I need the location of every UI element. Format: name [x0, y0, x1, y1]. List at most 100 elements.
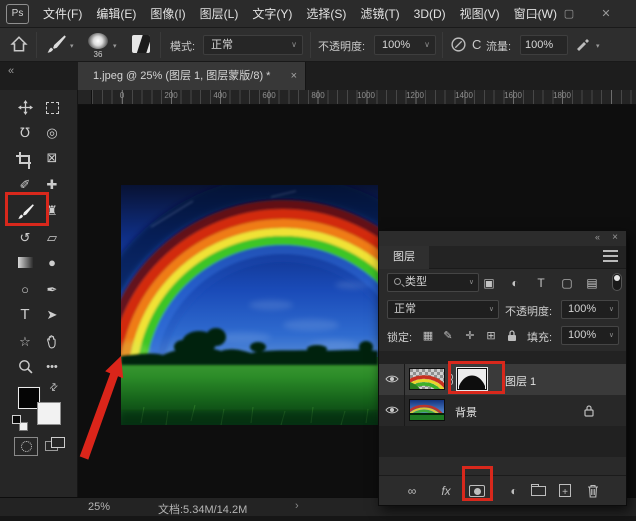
layers-panel-tab[interactable]: 图层 — [379, 246, 429, 269]
path-selection-tool[interactable]: ➤ — [40, 303, 64, 327]
menu-file[interactable]: 文件(F) — [43, 0, 82, 28]
frame-tool[interactable]: ⊠ — [40, 146, 64, 170]
lock-all-icon[interactable] — [503, 329, 521, 348]
lock-image-pixels-icon[interactable]: ✎ — [439, 327, 457, 345]
brush-tip-preview[interactable] — [88, 33, 108, 49]
filter-type-layers-icon[interactable]: T — [531, 274, 551, 292]
status-chevron-icon[interactable]: › — [295, 500, 299, 512]
lock-artboard-icon[interactable]: ⊞ — [482, 327, 500, 345]
gradient-tool[interactable] — [13, 251, 37, 275]
link-layers-button[interactable]: ∞ — [401, 482, 423, 500]
menu-3d[interactable]: 3D(D) — [414, 0, 446, 28]
layer-blend-mode-select[interactable]: 正常 ∨ — [387, 300, 499, 319]
menu-layer[interactable]: 图层(L) — [200, 0, 239, 28]
flow-value: 100% — [525, 39, 554, 51]
background-layer-name[interactable]: 背景 — [455, 404, 477, 420]
menu-edit[interactable]: 编辑(E) — [96, 0, 136, 28]
tab-close-icon[interactable]: × — [291, 62, 297, 90]
airbrush-icon[interactable] — [574, 36, 590, 55]
layer1-thumbnail[interactable] — [394, 368, 454, 435]
hand-tool[interactable] — [40, 330, 64, 354]
layer1-name[interactable]: 图层 1 — [505, 373, 536, 389]
blend-mode-select[interactable]: 正常 ∨ — [203, 35, 303, 55]
menu-view[interactable]: 视图(V) — [460, 0, 500, 28]
delete-layer-button[interactable] — [582, 482, 604, 500]
layer-style-button[interactable]: fx — [435, 482, 457, 500]
layer-visibility-toggle[interactable] — [379, 364, 405, 395]
collapse-panel-icon[interactable]: « — [595, 232, 600, 242]
quick-mask-mode-icon[interactable] — [14, 437, 38, 456]
pressure-opacity-icon[interactable] — [450, 36, 467, 56]
close-panel-icon[interactable]: × — [612, 232, 618, 243]
fill-select[interactable]: 100% ∨ — [561, 326, 619, 345]
status-zoom-level[interactable]: 25% — [88, 501, 110, 513]
hruler-label: 1400 — [455, 91, 473, 100]
blur-tool[interactable]: ● — [40, 251, 64, 275]
filter-adjustment-layers-icon[interactable]: ◐ — [505, 274, 525, 292]
shape-tool[interactable]: ☆ — [13, 330, 37, 354]
background-thumbnail[interactable] — [398, 399, 450, 456]
document-tab[interactable]: 1.jpeg @ 25% (图层 1, 图层蒙版/8) * × — [78, 62, 306, 90]
canvas-image-rainbow-landscape[interactable] — [78, 176, 490, 497]
chevron-down-icon: ∨ — [608, 306, 614, 313]
filter-type-select[interactable]: 类型 ∨ — [387, 273, 479, 292]
photoshop-logo: Ps — [6, 4, 29, 24]
quick-selection-tool[interactable]: ◎ — [40, 121, 64, 145]
panel-menu-icon[interactable] — [603, 250, 618, 262]
swap-colors-icon[interactable]: ⇄ — [47, 381, 61, 395]
annotation-box-brush-tool — [5, 192, 49, 226]
filter-pixel-layers-icon[interactable]: ▣ — [479, 274, 499, 292]
ruler-corner — [78, 90, 92, 105]
adjustment-layer-button[interactable]: ◐ — [503, 482, 525, 500]
type-tool[interactable]: T — [13, 303, 37, 327]
lock-label: 锁定: — [387, 332, 413, 344]
default-colors-icon[interactable] — [12, 415, 28, 431]
new-group-button[interactable] — [527, 482, 549, 500]
menu-type[interactable]: 文字(Y) — [252, 0, 292, 28]
smoothing-icon[interactable]: C — [472, 37, 481, 52]
blend-mode-value: 正常 — [211, 39, 233, 51]
layer-visibility-toggle[interactable] — [379, 395, 405, 426]
move-tool[interactable] — [13, 96, 37, 120]
zoom-tool[interactable] — [13, 355, 37, 379]
hruler-label: 1200 — [406, 91, 424, 100]
pen-tool[interactable]: ✒ — [40, 278, 64, 302]
more-tools-icon[interactable]: ••• — [40, 355, 64, 379]
menu-image[interactable]: 图像(I) — [150, 0, 185, 28]
lock-transparent-pixels-icon[interactable]: ▦ — [419, 327, 437, 345]
tool-options-bar: ▾ 36 ▾ 模式: 正常 ∨ 不透明度: 100% ∨ C 流量: 100% … — [0, 28, 636, 62]
background-color-swatch[interactable] — [37, 402, 61, 425]
crop-tool[interactable] — [13, 146, 37, 170]
screen-mode-icon[interactable] — [45, 437, 67, 456]
filter-toggle-icon[interactable] — [612, 273, 622, 291]
history-brush-tool[interactable]: ↺ — [13, 226, 37, 250]
layer-opacity-label: 不透明度: — [505, 306, 553, 318]
lasso-tool[interactable]: ℧ — [13, 121, 37, 145]
flow-label: 流量: — [486, 41, 512, 53]
chevron-down-icon: ∨ — [488, 306, 494, 313]
marquee-tool[interactable] — [40, 96, 64, 120]
chevron-down-icon[interactable]: ▾ — [596, 42, 600, 50]
filter-shape-layers-icon[interactable]: ▢ — [557, 274, 577, 292]
layer-opacity-select[interactable]: 100% ∨ — [561, 300, 619, 319]
toggle-brush-settings-icon[interactable] — [132, 35, 150, 53]
new-layer-button[interactable] — [554, 482, 576, 502]
background-lock-icon — [584, 404, 594, 420]
maximize-button[interactable]: ▢ — [558, 6, 580, 22]
brush-tool-preset-icon[interactable] — [46, 34, 66, 57]
filter-smart-objects-icon[interactable]: ▤ — [582, 274, 602, 292]
opacity-select[interactable]: 100% ∨ — [374, 35, 436, 55]
flow-select[interactable]: 100% — [520, 35, 568, 55]
lock-position-icon[interactable]: ✛ — [461, 327, 479, 345]
minimize-button[interactable]: — — [524, 6, 546, 22]
eraser-tool[interactable]: ▱ — [40, 226, 64, 250]
menu-select[interactable]: 选择(S) — [306, 0, 346, 28]
menu-filter[interactable]: 滤镜(T) — [360, 0, 399, 28]
home-icon[interactable] — [10, 35, 28, 56]
close-button[interactable]: ✕ — [595, 6, 617, 22]
collapse-panels-icon[interactable]: « — [8, 65, 14, 77]
brush-picker-caret-icon[interactable]: ▾ — [113, 42, 117, 50]
dodge-tool[interactable]: ○ — [13, 278, 37, 302]
layer-row-background[interactable]: 背景 — [379, 395, 626, 456]
brush-preset-caret-icon[interactable]: ▾ — [70, 42, 74, 50]
